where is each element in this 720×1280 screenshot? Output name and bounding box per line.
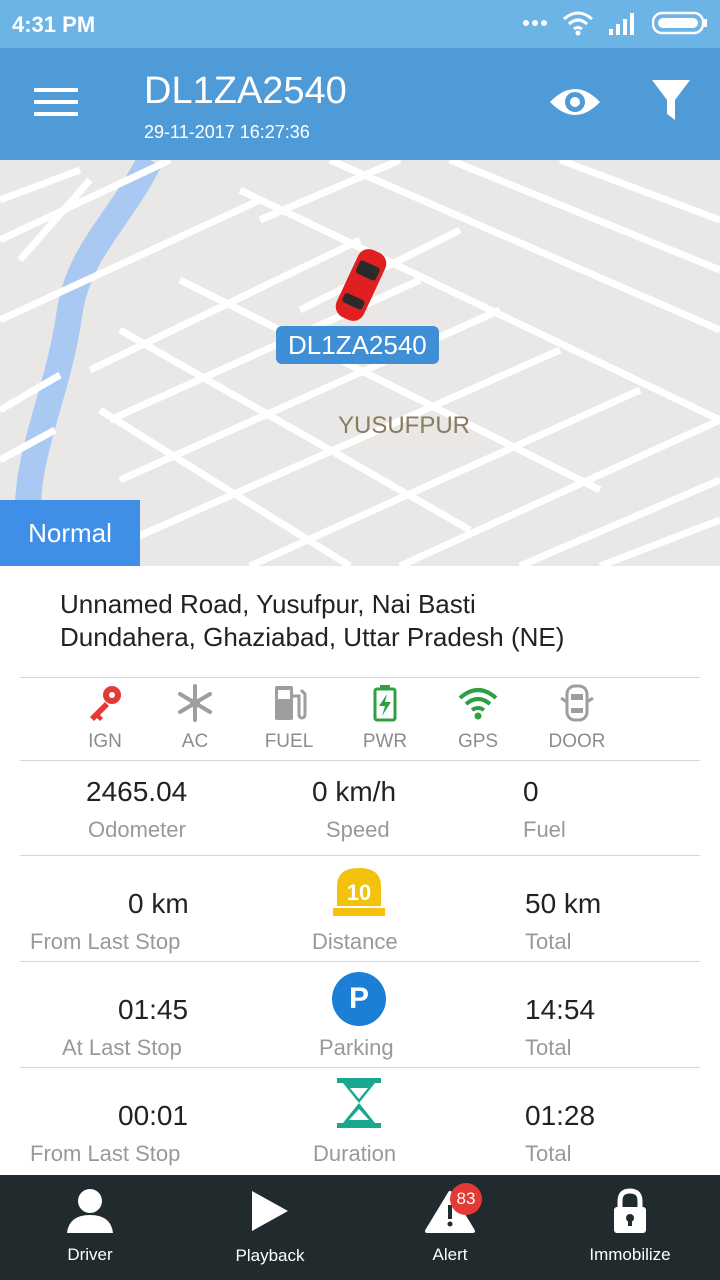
fuel-value: 0 — [523, 776, 539, 807]
distance-total-label: Total — [525, 929, 572, 954]
duration-total-value: 01:28 — [525, 1100, 596, 1131]
distance-icon-text: 10 — [346, 880, 372, 905]
indicator-gps: GPS — [428, 684, 528, 753]
divider — [20, 760, 700, 761]
fuel-pump-icon — [275, 686, 307, 720]
indicator-pwr: PWR — [335, 684, 435, 753]
lock-icon — [614, 1188, 646, 1233]
battery-status-icon — [652, 11, 707, 35]
nav-alert[interactable]: Alert — [360, 1175, 540, 1280]
nav-label: Playback — [235, 1246, 305, 1265]
distance-total-value: 50 km — [525, 888, 602, 919]
car-marker-icon[interactable] — [330, 244, 392, 326]
duration-from-last-stop-label: From Last Stop — [30, 1141, 181, 1166]
parking-at-last-stop-label: At Last Stop — [62, 1035, 182, 1060]
battery-icon — [373, 685, 397, 722]
indicator-label: FUEL — [264, 731, 314, 752]
divider — [20, 961, 700, 962]
distance-label: Distance — [312, 929, 398, 954]
app-bar: DL1ZA2540 29-11-2017 16:27:36 — [0, 48, 720, 160]
speed-value: 0 km/h — [312, 776, 397, 807]
parking-icon-text: P — [348, 982, 369, 1015]
address-line-1: Unnamed Road, Yusufpur, Nai Basti — [60, 589, 476, 619]
key-icon — [90, 686, 121, 721]
distance-icon: 10 — [333, 866, 385, 918]
parking-icon: P — [332, 972, 386, 1026]
duration-label: Duration — [313, 1141, 397, 1166]
vehicle-address: Unnamed Road, Yusufpur, Nai Basti Dundah… — [60, 588, 700, 654]
odometer-value: 2465.04 — [86, 776, 188, 807]
divider — [20, 855, 700, 856]
divider — [20, 677, 700, 678]
indicator-label: PWR — [362, 731, 408, 752]
nav-label: Alert — [432, 1245, 468, 1264]
indicator-ign: IGN — [55, 684, 155, 753]
parking-total-value: 14:54 — [525, 994, 596, 1025]
distance-from-last-stop-label: From Last Stop — [30, 929, 181, 954]
person-icon — [67, 1189, 113, 1233]
status-icons — [522, 10, 708, 36]
vehicle-title: DL1ZA2540 — [144, 70, 347, 112]
car-door-icon — [560, 684, 594, 722]
distance-from-last-stop-value: 0 km — [128, 888, 189, 919]
parking-total-label: Total — [525, 1035, 572, 1060]
map-view[interactable]: DL1ZA2540 YUSUFPUR Normal — [0, 160, 720, 566]
indicator-label: IGN — [88, 731, 122, 752]
hourglass-icon — [337, 1078, 381, 1128]
odometer-label: Odometer — [88, 817, 186, 842]
filter-icon[interactable] — [650, 78, 692, 122]
status-tag: Normal — [0, 500, 140, 566]
nav-driver[interactable]: Driver — [0, 1175, 180, 1280]
nav-playback[interactable]: Playback — [180, 1175, 360, 1280]
indicator-fuel: FUEL — [239, 684, 339, 753]
indicator-label: GPS — [457, 731, 499, 752]
bottom-nav: Driver Playback Alert Immobilize — [0, 1175, 720, 1280]
parking-at-last-stop-value: 01:45 — [118, 994, 189, 1025]
duration-total-label: Total — [525, 1141, 572, 1166]
vehicle-timestamp: 29-11-2017 16:27:36 — [144, 122, 310, 142]
more-dots-icon — [523, 20, 547, 26]
parking-label: Parking — [319, 1035, 394, 1060]
address-line-2: Dundahera, Ghaziabad, Uttar Pradesh (NE) — [60, 622, 565, 652]
menu-icon[interactable] — [34, 88, 78, 120]
indicator-label: AC — [181, 731, 209, 752]
indicator-ac: AC — [145, 684, 245, 753]
map-place-label: YUSUFPUR — [338, 412, 471, 439]
eye-icon[interactable] — [548, 84, 602, 120]
cell-signal-icon — [609, 13, 634, 35]
status-time: 4:31 PM — [12, 12, 96, 37]
indicator-row: IGN AC FUEL PWR GPS DOOR — [0, 684, 720, 754]
indicator-label: DOOR — [548, 731, 606, 752]
snowflake-icon — [178, 684, 212, 722]
nav-label: Immobilize — [589, 1245, 671, 1264]
alert-count-badge: 83 — [450, 1183, 482, 1215]
wifi-icon — [458, 688, 498, 720]
nav-immobilize[interactable]: Immobilize — [540, 1175, 720, 1280]
status-bar: 4:31 PM — [0, 0, 720, 48]
vehicle-plate-label[interactable]: DL1ZA2540 — [276, 326, 439, 364]
divider — [20, 1067, 700, 1068]
wifi-signal-icon — [563, 11, 593, 36]
fuel-label: Fuel — [523, 817, 566, 842]
speed-label: Speed — [326, 817, 390, 842]
play-icon — [252, 1191, 288, 1231]
indicator-door: DOOR — [527, 684, 627, 753]
nav-label: Driver — [67, 1245, 113, 1264]
duration-from-last-stop-value: 00:01 — [118, 1100, 189, 1131]
